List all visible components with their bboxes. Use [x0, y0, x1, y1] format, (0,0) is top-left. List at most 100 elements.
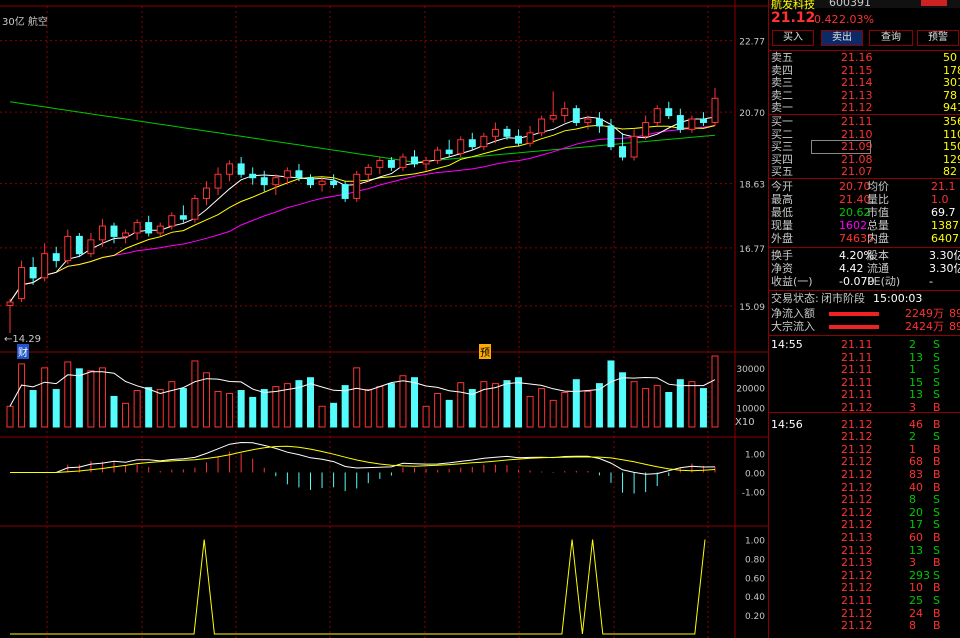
volume-bar — [399, 375, 407, 428]
bid-price: 21.11 — [841, 115, 873, 128]
volume-bar — [642, 388, 650, 428]
tick-row: 21.12 1 B — [769, 443, 960, 456]
event-marker-finance[interactable]: 财 — [17, 344, 29, 359]
volume-tick-label: 20000 — [736, 385, 765, 395]
volume-bar — [468, 389, 476, 428]
volume-bar — [619, 372, 627, 428]
volume-bar — [260, 389, 268, 428]
candle-body — [595, 118, 603, 127]
tick-side: S — [933, 430, 940, 444]
tick-side: S — [933, 568, 940, 582]
flow-pct: 89 — [949, 320, 960, 333]
tick-volume: 13 — [909, 543, 923, 557]
macd-dea-line — [10, 445, 716, 473]
stat-row: 换手4.20%股本3.30亿 — [769, 250, 960, 262]
tick-price: 21.12 — [841, 430, 873, 444]
tick-row: 21.12 293 S — [769, 568, 960, 582]
tick-row: 14:55 21.11 2 S — [769, 339, 960, 351]
query-button[interactable]: 查询 — [869, 30, 913, 46]
buy-button[interactable]: 买入 — [772, 30, 814, 46]
stat-label: PE(动) — [867, 275, 901, 288]
stat-label: 量比 — [867, 193, 889, 206]
candle-body — [214, 173, 222, 189]
ask-volume: 50 — [943, 51, 957, 64]
alert-button[interactable]: 预警 — [917, 30, 959, 46]
ask-label: 卖三 — [771, 76, 793, 89]
volume-bar — [699, 388, 707, 428]
volume-bar — [665, 392, 673, 428]
tick-volume: 24 — [909, 606, 923, 620]
ask-price: 21.13 — [841, 88, 873, 102]
volume-bar — [75, 368, 83, 428]
stat-label: 今开 — [771, 180, 793, 193]
bid-price: 21.07 — [841, 165, 873, 178]
price-tick-label: 22.77 — [739, 38, 765, 48]
tick-side: S — [933, 350, 940, 364]
bid-level-row: 买五 21.07 82 — [769, 166, 960, 178]
tick-side: S — [933, 594, 940, 607]
volume-bar — [572, 379, 580, 428]
candle-body — [445, 149, 453, 155]
stat-value: 20.62 — [839, 206, 871, 219]
candle-body — [330, 180, 338, 186]
candle-body — [538, 118, 546, 134]
event-marker-forecast[interactable]: 预 — [479, 344, 491, 359]
volume-bar — [52, 389, 60, 428]
volume-bar — [64, 361, 72, 428]
volume-bar — [249, 396, 257, 428]
tick-row: 21.11 13 S — [769, 350, 960, 364]
candle-body — [145, 222, 153, 234]
volume-bar — [110, 395, 118, 428]
price-change: 0.42 — [814, 13, 839, 26]
tick-row: 21.12 40 B — [769, 480, 960, 494]
quote-panel: 航发科技 600391 21.12 0.42 2.03% 买入 卖出 查询 预警… — [768, 0, 960, 638]
flow-bar — [829, 312, 879, 316]
candle-body — [191, 197, 199, 220]
ask-volume: 178 — [943, 63, 960, 77]
candle-body — [457, 139, 465, 155]
candle-body — [295, 170, 303, 179]
volume-tick-label: 10000 — [736, 404, 765, 414]
volume-bar — [584, 391, 592, 428]
title-badge — [921, 0, 947, 6]
candle-body — [607, 125, 615, 148]
candle-body — [688, 118, 696, 130]
ask-volume: 941 — [943, 101, 960, 114]
tick-price: 21.11 — [841, 338, 873, 351]
tick-row: 21.11 1 S — [769, 364, 960, 376]
sell-button[interactable]: 卖出 — [821, 30, 863, 46]
kline-chart-area[interactable]: 22.77 20.70 18.63 16.77 15.09 30000 20000 10000… — [0, 0, 768, 638]
signal-tick-label: 0.80 — [745, 555, 765, 565]
tick-price: 21.12 — [841, 505, 873, 519]
stat-label: 流通 — [867, 262, 889, 275]
stat-label: 均价 — [867, 180, 889, 193]
chart-canvas[interactable]: 22.77 20.70 18.63 16.77 15.09 30000 20000 10000… — [0, 0, 768, 638]
candle-body — [422, 159, 430, 165]
stat-value: 3.30亿 — [929, 249, 960, 262]
candle-body — [306, 177, 314, 186]
volume-bar — [202, 372, 210, 428]
bid-level-row: 买一 21.11 356 — [769, 116, 960, 128]
tick-price: 21.12 — [841, 518, 873, 532]
tick-price: 21.12 — [841, 568, 873, 582]
candle-body — [364, 166, 372, 175]
tick-side: S — [933, 375, 940, 389]
volume-bar — [226, 392, 234, 428]
stat-label: 市值 — [867, 206, 889, 219]
stat-label: 股本 — [867, 249, 889, 262]
bid-label: 买四 — [771, 152, 793, 166]
tick-volume: 2 — [909, 338, 916, 351]
candle-body — [676, 115, 684, 130]
candle-body — [653, 108, 661, 123]
tick-volume: 3 — [909, 556, 916, 570]
volume-bar — [457, 382, 465, 428]
stat-row: 外盘 74635 内盘 6407 — [769, 233, 960, 245]
volume-bar — [87, 370, 95, 428]
candle-body — [711, 97, 719, 123]
stat-value: 13871 — [931, 219, 960, 232]
tick-volume: 40 — [909, 480, 923, 494]
candle-body — [387, 159, 395, 168]
tick-row: 21.12 17 S — [769, 519, 960, 531]
tick-row: 21.13 3 B — [769, 557, 960, 569]
ask-level-row: 卖二 21.13 78 — [769, 88, 960, 102]
